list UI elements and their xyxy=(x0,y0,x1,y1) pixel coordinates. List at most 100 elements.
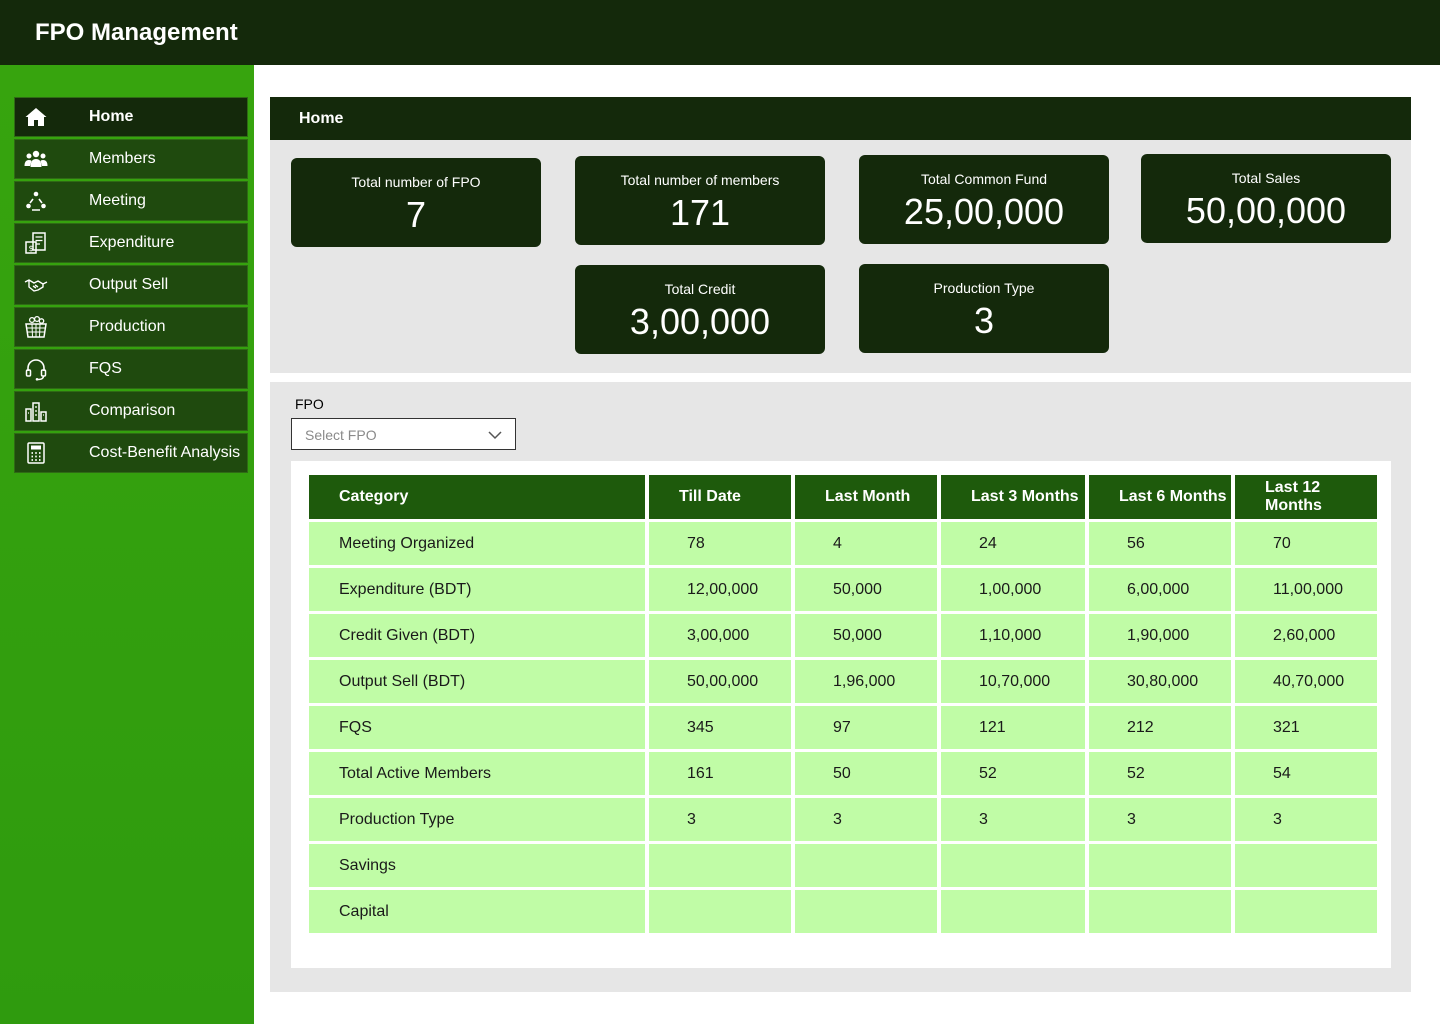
table-cell: 52 xyxy=(1089,752,1231,795)
table-cell xyxy=(795,844,937,887)
table-cell: 10,70,000 xyxy=(941,660,1085,703)
table-cell: 50 xyxy=(795,752,937,795)
calculator-icon xyxy=(23,440,49,466)
table-cell xyxy=(795,890,937,933)
stat-label: Total Sales xyxy=(1231,170,1301,186)
table-header-row: Category Till Date Last Month Last 3 Mon… xyxy=(309,475,1377,519)
table-cell: Meeting Organized xyxy=(309,522,645,565)
app-title: FPO Management xyxy=(35,19,238,46)
handshake-icon xyxy=(23,272,49,298)
column-header: Last 3 Months xyxy=(941,475,1085,519)
fpo-filter-label: FPO xyxy=(295,396,324,412)
table-cell xyxy=(1089,890,1231,933)
table-cell: 3 xyxy=(795,798,937,841)
table-cell: 121 xyxy=(941,706,1085,749)
stat-label: Total Credit xyxy=(664,281,736,297)
stat-label: Total number of FPO xyxy=(351,174,481,190)
sidebar-item-members[interactable]: Members xyxy=(14,139,248,179)
stat-card-production-type: Production Type 3 xyxy=(859,264,1109,353)
sidebar-item-label: FQS xyxy=(89,360,122,377)
table-cell xyxy=(941,844,1085,887)
sidebar-item-cost-benefit-analysis[interactable]: Cost-Benefit Analysis xyxy=(14,433,248,473)
table-cell: 6,00,000 xyxy=(1089,568,1231,611)
table-cell: 321 xyxy=(1235,706,1377,749)
sidebar-item-label: Expenditure xyxy=(89,234,175,251)
sidebar-item-label: Members xyxy=(89,150,156,167)
table-cell: 3,00,000 xyxy=(649,614,791,657)
comparison-buildings-icon xyxy=(23,398,49,424)
column-header: Last 6 Months xyxy=(1089,475,1231,519)
summary-table-container: Category Till Date Last Month Last 3 Mon… xyxy=(291,461,1391,968)
page-header: Home xyxy=(270,97,1411,140)
sidebar-item-fqs[interactable]: FQS xyxy=(14,349,248,389)
table-cell: 3 xyxy=(649,798,791,841)
stat-card-total-fpo: Total number of FPO 7 xyxy=(291,158,541,247)
table-cell: Total Active Members xyxy=(309,752,645,795)
members-icon xyxy=(23,146,49,172)
table-cell xyxy=(1089,844,1231,887)
table-cell: 161 xyxy=(649,752,791,795)
table-cell: 50,00,000 xyxy=(649,660,791,703)
table-cell: 50,000 xyxy=(795,568,937,611)
stat-value: 3 xyxy=(973,300,995,341)
headset-icon xyxy=(23,356,49,382)
stat-card-total-members: Total number of members 171 xyxy=(575,156,825,245)
sidebar-item-production[interactable]: Production xyxy=(14,307,248,347)
sidebar-item-home[interactable]: Home xyxy=(14,97,248,137)
table-cell: 1,00,000 xyxy=(941,568,1085,611)
production-basket-icon xyxy=(23,314,49,340)
table-cell: 11,00,000 xyxy=(1235,568,1377,611)
table-cell: 1,96,000 xyxy=(795,660,937,703)
table-cell: 2,60,000 xyxy=(1235,614,1377,657)
table-row: Production Type 3 3 3 3 3 xyxy=(309,798,1377,841)
table-cell: 12,00,000 xyxy=(649,568,791,611)
home-icon xyxy=(23,104,49,130)
top-bar: FPO Management xyxy=(0,0,1440,65)
svg-text:$: $ xyxy=(28,244,33,253)
table-cell: 70 xyxy=(1235,522,1377,565)
sidebar-item-expenditure[interactable]: $ Expenditure xyxy=(14,223,248,263)
table-cell: 52 xyxy=(941,752,1085,795)
table-cell: 3 xyxy=(1089,798,1231,841)
table-cell: Output Sell (BDT) xyxy=(309,660,645,703)
table-cell: FQS xyxy=(309,706,645,749)
fpo-select-dropdown[interactable]: Select FPO xyxy=(291,418,516,450)
table-row: FQS 345 97 121 212 321 xyxy=(309,706,1377,749)
stat-value: 25,00,000 xyxy=(903,191,1065,232)
table-cell: Expenditure (BDT) xyxy=(309,568,645,611)
table-row: Expenditure (BDT) 12,00,000 50,000 1,00,… xyxy=(309,568,1377,611)
table-cell: 1,90,000 xyxy=(1089,614,1231,657)
summary-table: Category Till Date Last Month Last 3 Mon… xyxy=(305,472,1381,936)
table-row: Total Active Members 161 50 52 52 54 xyxy=(309,752,1377,795)
sidebar-item-meeting[interactable]: Meeting xyxy=(14,181,248,221)
sidebar-item-comparison[interactable]: Comparison xyxy=(14,391,248,431)
stat-value: 3,00,000 xyxy=(629,301,771,342)
page-title: Home xyxy=(299,110,344,127)
table-cell xyxy=(941,890,1085,933)
sidebar-item-label: Comparison xyxy=(89,402,176,419)
sidebar-item-label: Output Sell xyxy=(89,276,169,293)
expenditure-icon: $ xyxy=(23,230,49,256)
table-cell: Production Type xyxy=(309,798,645,841)
stat-card-total-credit: Total Credit 3,00,000 xyxy=(575,265,825,354)
table-cell: 3 xyxy=(941,798,1085,841)
stat-value: 7 xyxy=(405,194,427,235)
table-cell: 4 xyxy=(795,522,937,565)
sidebar-item-label: Meeting xyxy=(89,192,146,209)
table-row: Capital xyxy=(309,890,1377,933)
sidebar: Home Members Meeting $ Expenditure Outpu… xyxy=(0,65,254,1024)
table-cell xyxy=(1235,844,1377,887)
sidebar-item-label: Home xyxy=(89,108,134,125)
table-row: Savings xyxy=(309,844,1377,887)
table-cell: 345 xyxy=(649,706,791,749)
table-cell: 24 xyxy=(941,522,1085,565)
sidebar-item-label: Cost-Benefit Analysis xyxy=(89,444,241,461)
stat-value: 50,00,000 xyxy=(1185,190,1347,231)
fpo-select-placeholder: Select FPO xyxy=(305,427,377,443)
sidebar-item-output-sell[interactable]: Output Sell xyxy=(14,265,248,305)
table-cell: Savings xyxy=(309,844,645,887)
table-cell: 212 xyxy=(1089,706,1231,749)
table-cell: 1,10,000 xyxy=(941,614,1085,657)
sidebar-item-label: Production xyxy=(89,318,166,335)
table-cell: 30,80,000 xyxy=(1089,660,1231,703)
